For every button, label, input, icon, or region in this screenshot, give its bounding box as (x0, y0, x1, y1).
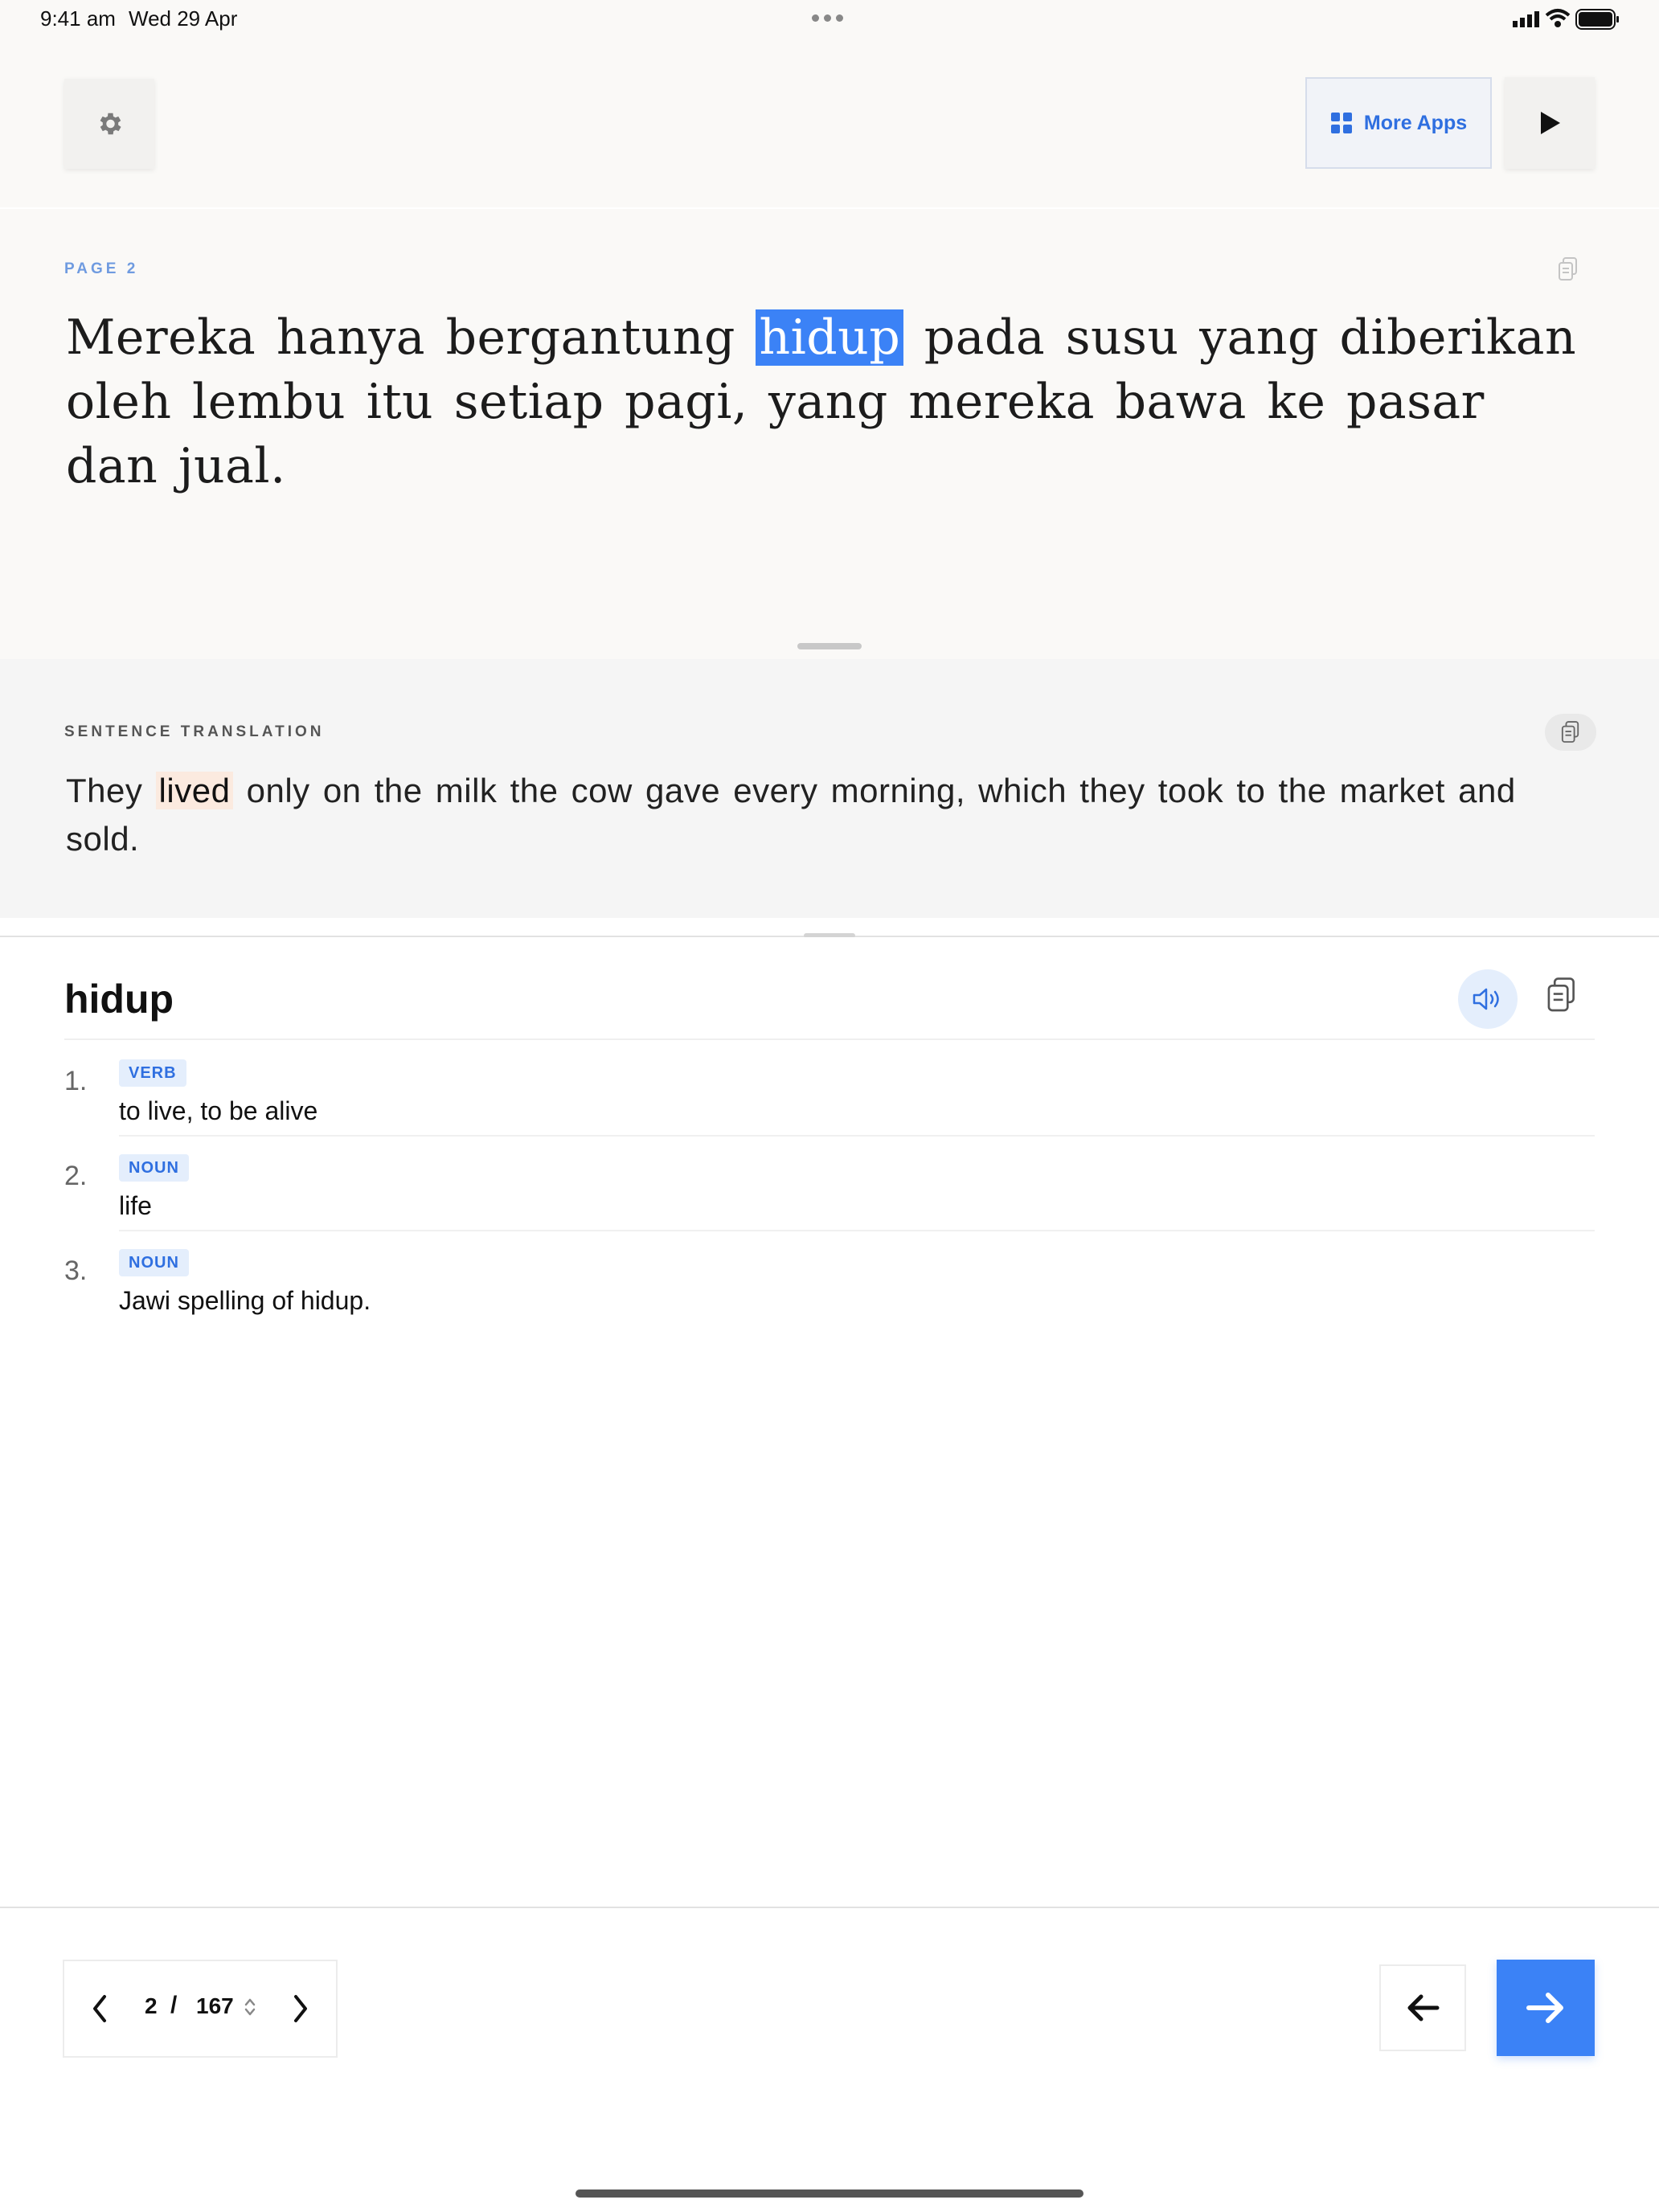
copy-translation-button[interactable] (1545, 714, 1596, 751)
translation-text-after: only on the milk the cow gave every morn… (66, 772, 1516, 858)
play-button[interactable] (1505, 77, 1595, 169)
translation-text-before: They (66, 772, 156, 809)
bottom-navigation-bar: 2 / 167 (0, 1907, 1659, 2212)
next-page-chevron-icon[interactable] (291, 1993, 310, 2024)
dictionary-header-divider (64, 1038, 1595, 1040)
translated-word-highlight: lived (155, 772, 234, 809)
more-apps-label: More Apps (1363, 111, 1468, 134)
settings-button[interactable] (64, 79, 154, 169)
translation-heading: SENTENCE TRANSLATION (64, 723, 325, 740)
dictionary-headword: hidup (64, 977, 174, 1022)
copy-icon (1561, 721, 1579, 743)
definition-item: 2. NOUN life (64, 1137, 1595, 1231)
chevron-up-down-icon[interactable] (243, 1997, 257, 2017)
definition-number: 1. (64, 1066, 88, 1096)
definition-text: to live, to be alive (119, 1096, 318, 1125)
reading-area: PAGE 2 Mereka hanya bergantung hidup pad… (0, 209, 1659, 659)
definition-number: 3. (64, 1256, 88, 1286)
copy-definition-icon[interactable] (1546, 977, 1577, 1013)
status-time: 9:41 am (40, 6, 116, 31)
definition-item: 3. NOUN Jawi spelling of hidup. (64, 1231, 1595, 1326)
arrow-left-icon (1407, 1994, 1440, 2022)
translation-text: They lived only on the milk the cow gave… (66, 767, 1577, 863)
gear-icon (100, 113, 121, 135)
dictionary-panel: hidup 1. VERB to live, to be alive 2. NO… (0, 937, 1659, 1907)
grid-icon (1330, 113, 1352, 133)
page-navigator: 2 / 167 (63, 1960, 338, 2058)
pronounce-button[interactable] (1458, 969, 1518, 1029)
page-label: PAGE 2 (64, 260, 139, 277)
definition-number: 2. (64, 1161, 88, 1191)
sentence-text-before[interactable]: Mereka hanya bergantung (66, 309, 756, 366)
translation-panel: SENTENCE TRANSLATION They lived only on … (0, 659, 1659, 918)
current-page-number: 2 (145, 1993, 158, 2018)
part-of-speech-badge: NOUN (119, 1154, 189, 1182)
source-sentence: Mereka hanya bergantung hidup pada susu … (66, 305, 1593, 498)
panel-drag-handle[interactable] (797, 643, 862, 649)
arrow-right-icon (1526, 1993, 1563, 2023)
status-date: Wed 29 Apr (129, 6, 238, 31)
total-pages-selector[interactable]: 167 (196, 1993, 234, 2019)
previous-page-chevron-icon[interactable] (90, 1993, 109, 2024)
next-sentence-button[interactable] (1497, 1960, 1595, 2056)
part-of-speech-badge: VERB (119, 1059, 186, 1087)
definition-text: Jawi spelling of hidup. (119, 1286, 371, 1315)
top-toolbar: More Apps (0, 40, 1659, 249)
part-of-speech-badge: NOUN (119, 1249, 189, 1276)
wifi-icon (1545, 9, 1571, 27)
copy-sentence-icon[interactable] (1558, 257, 1579, 281)
speaker-icon (1473, 988, 1499, 1010)
cellular-signal-icon (1513, 11, 1539, 27)
page-separator: / (170, 1992, 178, 2018)
home-indicator[interactable] (576, 2189, 1083, 2198)
definition-text: life (119, 1191, 152, 1220)
previous-sentence-button[interactable] (1379, 1964, 1466, 2051)
more-apps-button[interactable]: More Apps (1305, 77, 1492, 169)
play-icon (1541, 112, 1560, 134)
definition-item: 1. VERB to live, to be alive (64, 1042, 1595, 1137)
selected-word[interactable]: hidup (756, 309, 904, 366)
status-bar: 9:41 am Wed 29 Apr (0, 0, 1659, 40)
multitasking-dots-icon[interactable] (812, 14, 843, 22)
battery-icon (1575, 9, 1619, 30)
